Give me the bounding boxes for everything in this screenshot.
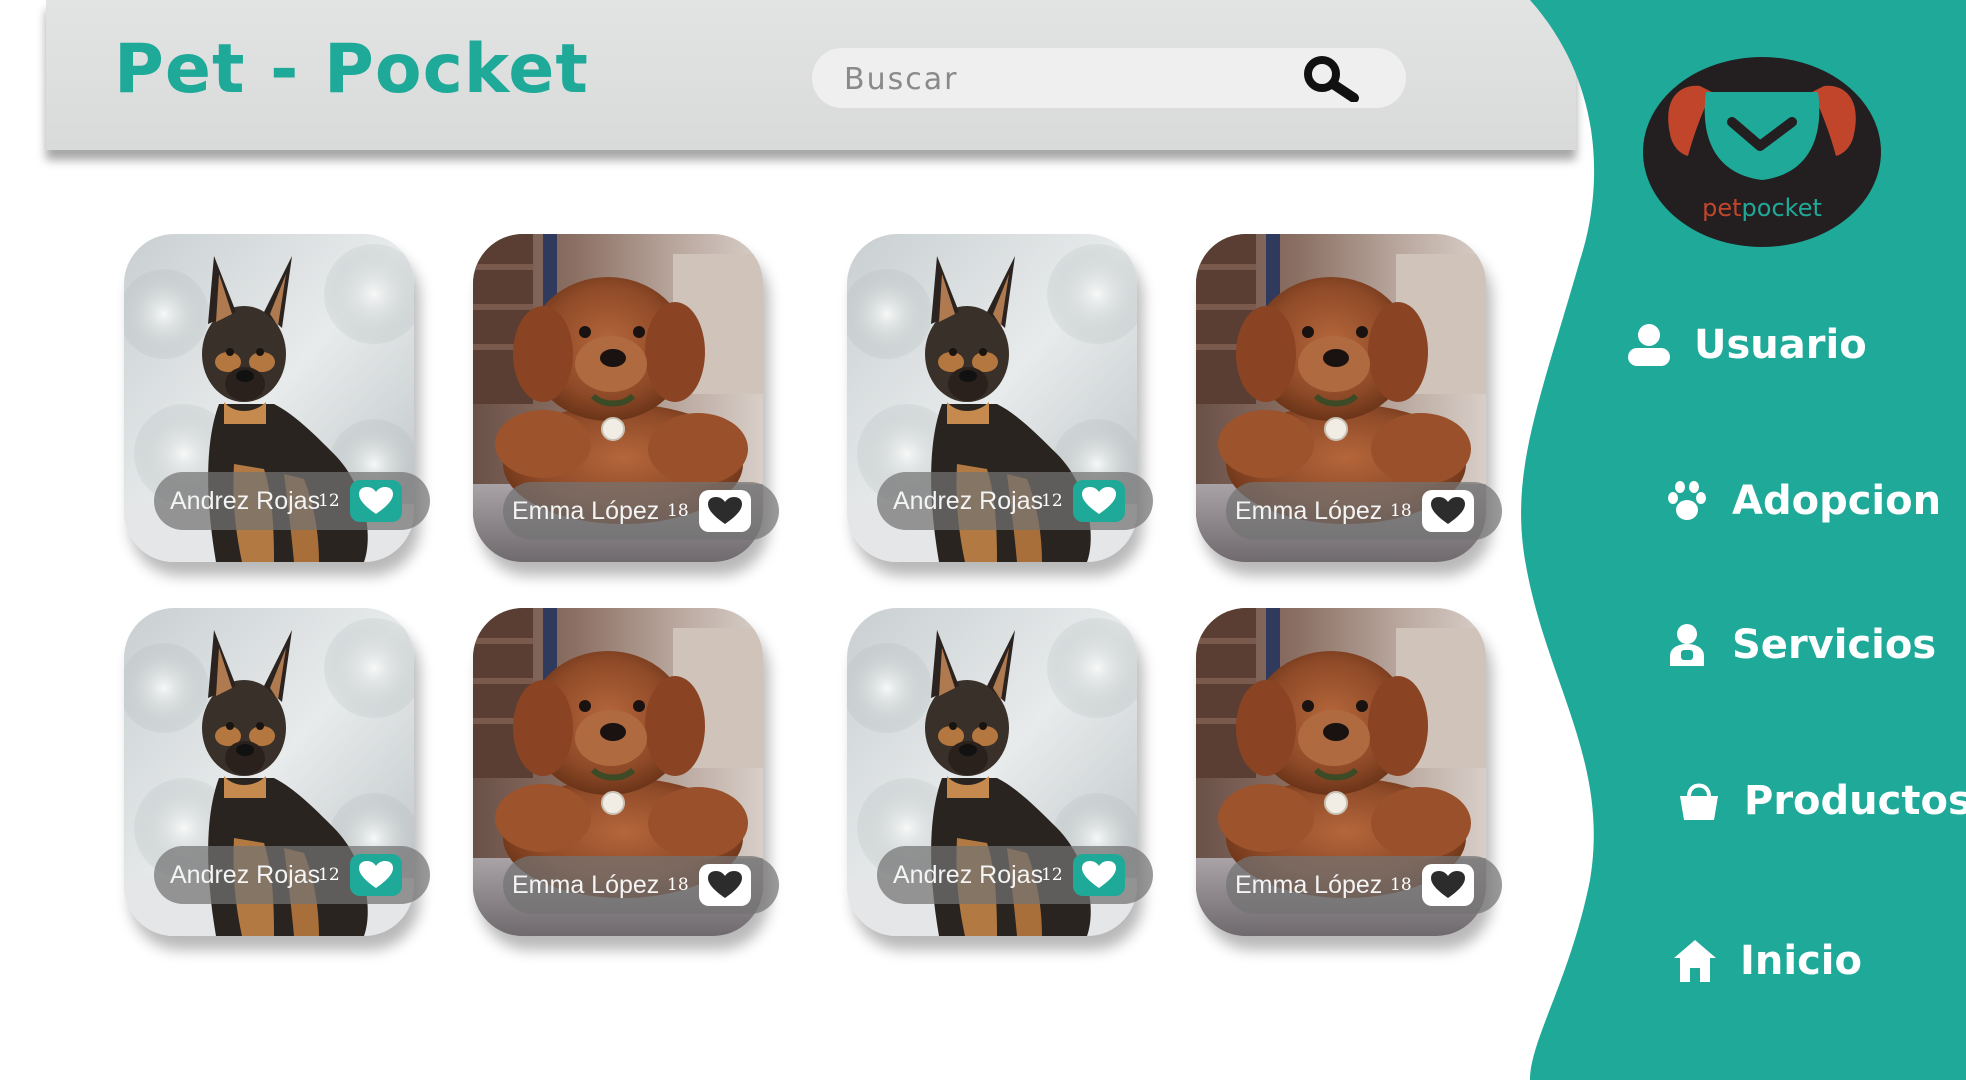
user-icon — [1628, 324, 1670, 366]
nav-label: Adopcion — [1732, 478, 1942, 524]
like-count: 12 — [318, 491, 340, 511]
owner-info-pill: Emma López 18 — [1226, 856, 1502, 914]
owner-info-pill: Emma López 18 — [1226, 482, 1502, 540]
heart-icon — [1082, 861, 1116, 888]
petpocket-logo: petpocket — [1643, 57, 1881, 247]
heart-icon — [708, 497, 742, 524]
like-count: 12 — [1041, 865, 1063, 885]
heart-icon — [359, 861, 393, 888]
heart-icon — [1431, 871, 1465, 898]
like-button[interactable] — [699, 864, 751, 906]
search-bar[interactable] — [812, 48, 1406, 108]
owner-info-pill: Emma López 18 — [503, 482, 779, 540]
owner-name: Andrez Rojas — [170, 860, 321, 889]
pet-card[interactable]: Emma López 18 — [473, 234, 779, 562]
owner-info-pill: Andrez Rojas 12 — [154, 846, 430, 904]
like-button[interactable] — [1073, 854, 1125, 896]
nav-label: Inicio — [1740, 938, 1862, 984]
bag-icon — [1680, 783, 1718, 820]
nav-item-inicio[interactable]: Inicio — [1672, 938, 1862, 984]
like-count: 18 — [1390, 875, 1412, 895]
like-button[interactable] — [1422, 490, 1474, 532]
pet-card[interactable]: Emma López 18 — [1196, 608, 1502, 936]
pet-card[interactable]: Andrez Rojas 12 — [124, 608, 430, 936]
search-input[interactable] — [842, 56, 1286, 102]
like-button[interactable] — [1073, 480, 1125, 522]
pet-card[interactable]: Emma López 18 — [1196, 234, 1502, 562]
like-button[interactable] — [350, 480, 402, 522]
app-title: Pet - Pocket — [114, 30, 589, 109]
nav-label: Productos — [1744, 778, 1966, 824]
owner-name: Emma López — [512, 870, 660, 899]
paw-icon — [1668, 481, 1706, 520]
owner-info-pill: Andrez Rojas 12 — [877, 846, 1153, 904]
like-count: 18 — [667, 875, 689, 895]
like-count: 18 — [1390, 501, 1412, 521]
owner-name: Andrez Rojas — [893, 486, 1044, 515]
owner-name: Emma López — [512, 496, 660, 525]
nav-item-adopcion[interactable]: Adopcion — [1664, 478, 1941, 524]
top-header: Pet - Pocket — [46, 0, 1576, 150]
like-button[interactable] — [350, 854, 402, 896]
owner-info-pill: Andrez Rojas 12 — [877, 472, 1153, 530]
nav-label: Servicios — [1732, 622, 1937, 668]
owner-name: Andrez Rojas — [893, 860, 1044, 889]
owner-info-pill: Andrez Rojas 12 — [154, 472, 430, 530]
nav-item-productos[interactable]: Productos — [1676, 778, 1966, 824]
pet-card[interactable]: Emma López 18 — [473, 608, 779, 936]
search-icon[interactable] — [1296, 54, 1366, 102]
owner-name: Emma López — [1235, 496, 1383, 525]
heart-icon — [708, 871, 742, 898]
like-count: 12 — [318, 865, 340, 885]
owner-info-pill: Emma López 18 — [503, 856, 779, 914]
nav-label: Usuario — [1694, 322, 1867, 368]
heart-icon — [359, 487, 393, 514]
pet-card[interactable]: Andrez Rojas 12 — [847, 234, 1153, 562]
like-count: 18 — [667, 501, 689, 521]
owner-name: Emma López — [1235, 870, 1383, 899]
like-button[interactable] — [1422, 864, 1474, 906]
logo-text: petpocket — [1702, 194, 1822, 222]
nav-item-servicios[interactable]: Servicios — [1664, 622, 1936, 668]
owner-name: Andrez Rojas — [170, 486, 321, 515]
person-service-icon — [1670, 624, 1704, 666]
like-count: 12 — [1041, 491, 1063, 511]
heart-icon — [1082, 487, 1116, 514]
like-button[interactable] — [699, 490, 751, 532]
heart-icon — [1431, 497, 1465, 524]
home-icon — [1674, 940, 1716, 982]
pet-card[interactable]: Andrez Rojas 12 — [124, 234, 430, 562]
nav-item-usuario[interactable]: Usuario — [1626, 322, 1867, 368]
pet-card[interactable]: Andrez Rojas 12 — [847, 608, 1153, 936]
